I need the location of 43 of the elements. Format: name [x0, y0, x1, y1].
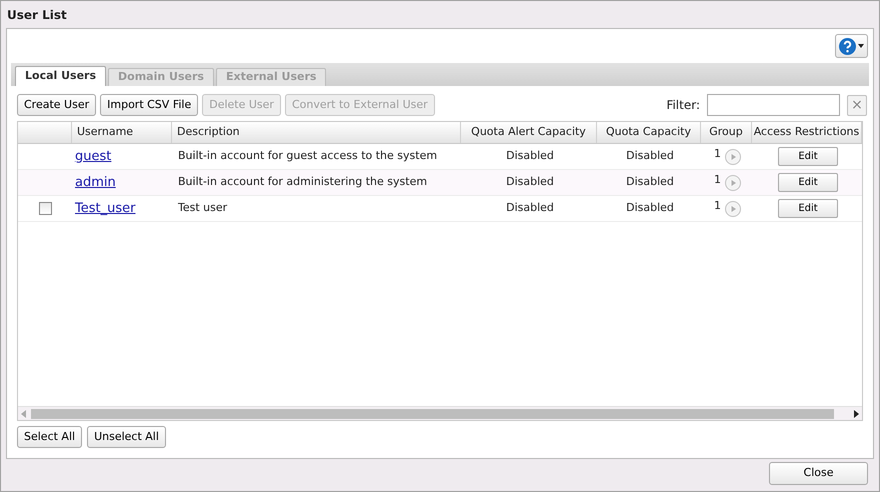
filter-label: Filter:	[666, 97, 700, 114]
scroll-left-icon[interactable]	[20, 410, 28, 418]
description-cell-text: Test user	[178, 200, 228, 216]
column-header: Username	[77, 124, 134, 140]
tab[interactable]: Local Users	[15, 66, 106, 86]
description-cell-text: Built-in account for guest access to the system	[178, 148, 438, 164]
scrollbar-thumb[interactable]	[31, 408, 834, 418]
help-icon	[839, 38, 856, 54]
play-icon[interactable]	[725, 174, 741, 190]
close-button[interactable]: Close	[769, 462, 868, 485]
quota-alert-cell-text: Disabled	[506, 148, 554, 164]
edit-button[interactable]: Edit	[778, 147, 838, 166]
help-button[interactable]	[835, 34, 868, 58]
row-checkbox[interactable]	[39, 202, 52, 215]
column-header: Group	[709, 124, 743, 140]
window-title: User List	[7, 6, 67, 24]
quota-cell-text: Disabled	[626, 200, 674, 216]
description-cell-text: Built-in account for administering the system	[178, 174, 428, 190]
column-header: Quota Capacity	[606, 124, 691, 140]
selection-button[interactable]: Select All	[17, 426, 82, 448]
play-icon[interactable]	[725, 148, 741, 164]
quota-cell-text: Disabled	[626, 148, 674, 164]
quota-cell-text: Disabled	[626, 174, 674, 190]
scroll-right-icon[interactable]	[852, 410, 860, 418]
username-link[interactable]: guest	[75, 146, 112, 166]
group-count: 1	[714, 198, 721, 214]
edit-button[interactable]: Edit	[778, 173, 838, 192]
play-icon[interactable]	[725, 200, 741, 216]
toolbar-button[interactable]: Import CSV File	[100, 94, 198, 116]
edit-button[interactable]: Edit	[778, 199, 838, 218]
column-header: Quota Alert Capacity	[471, 124, 586, 140]
column-header: Description	[177, 124, 240, 140]
caret-icon	[858, 44, 864, 48]
group-count: 1	[714, 172, 721, 188]
username-link[interactable]: admin	[75, 172, 116, 192]
group-count: 1	[714, 146, 721, 162]
username-link[interactable]: Test_user	[75, 198, 136, 218]
column-header: Access Restrictions	[754, 124, 860, 140]
quota-alert-cell-text: Disabled	[506, 174, 554, 190]
toolbar-button[interactable]: Create User	[17, 94, 96, 116]
filter-field[interactable]	[707, 94, 840, 116]
quota-alert-cell-text: Disabled	[506, 200, 554, 216]
selection-button[interactable]: Unselect All	[87, 426, 166, 448]
